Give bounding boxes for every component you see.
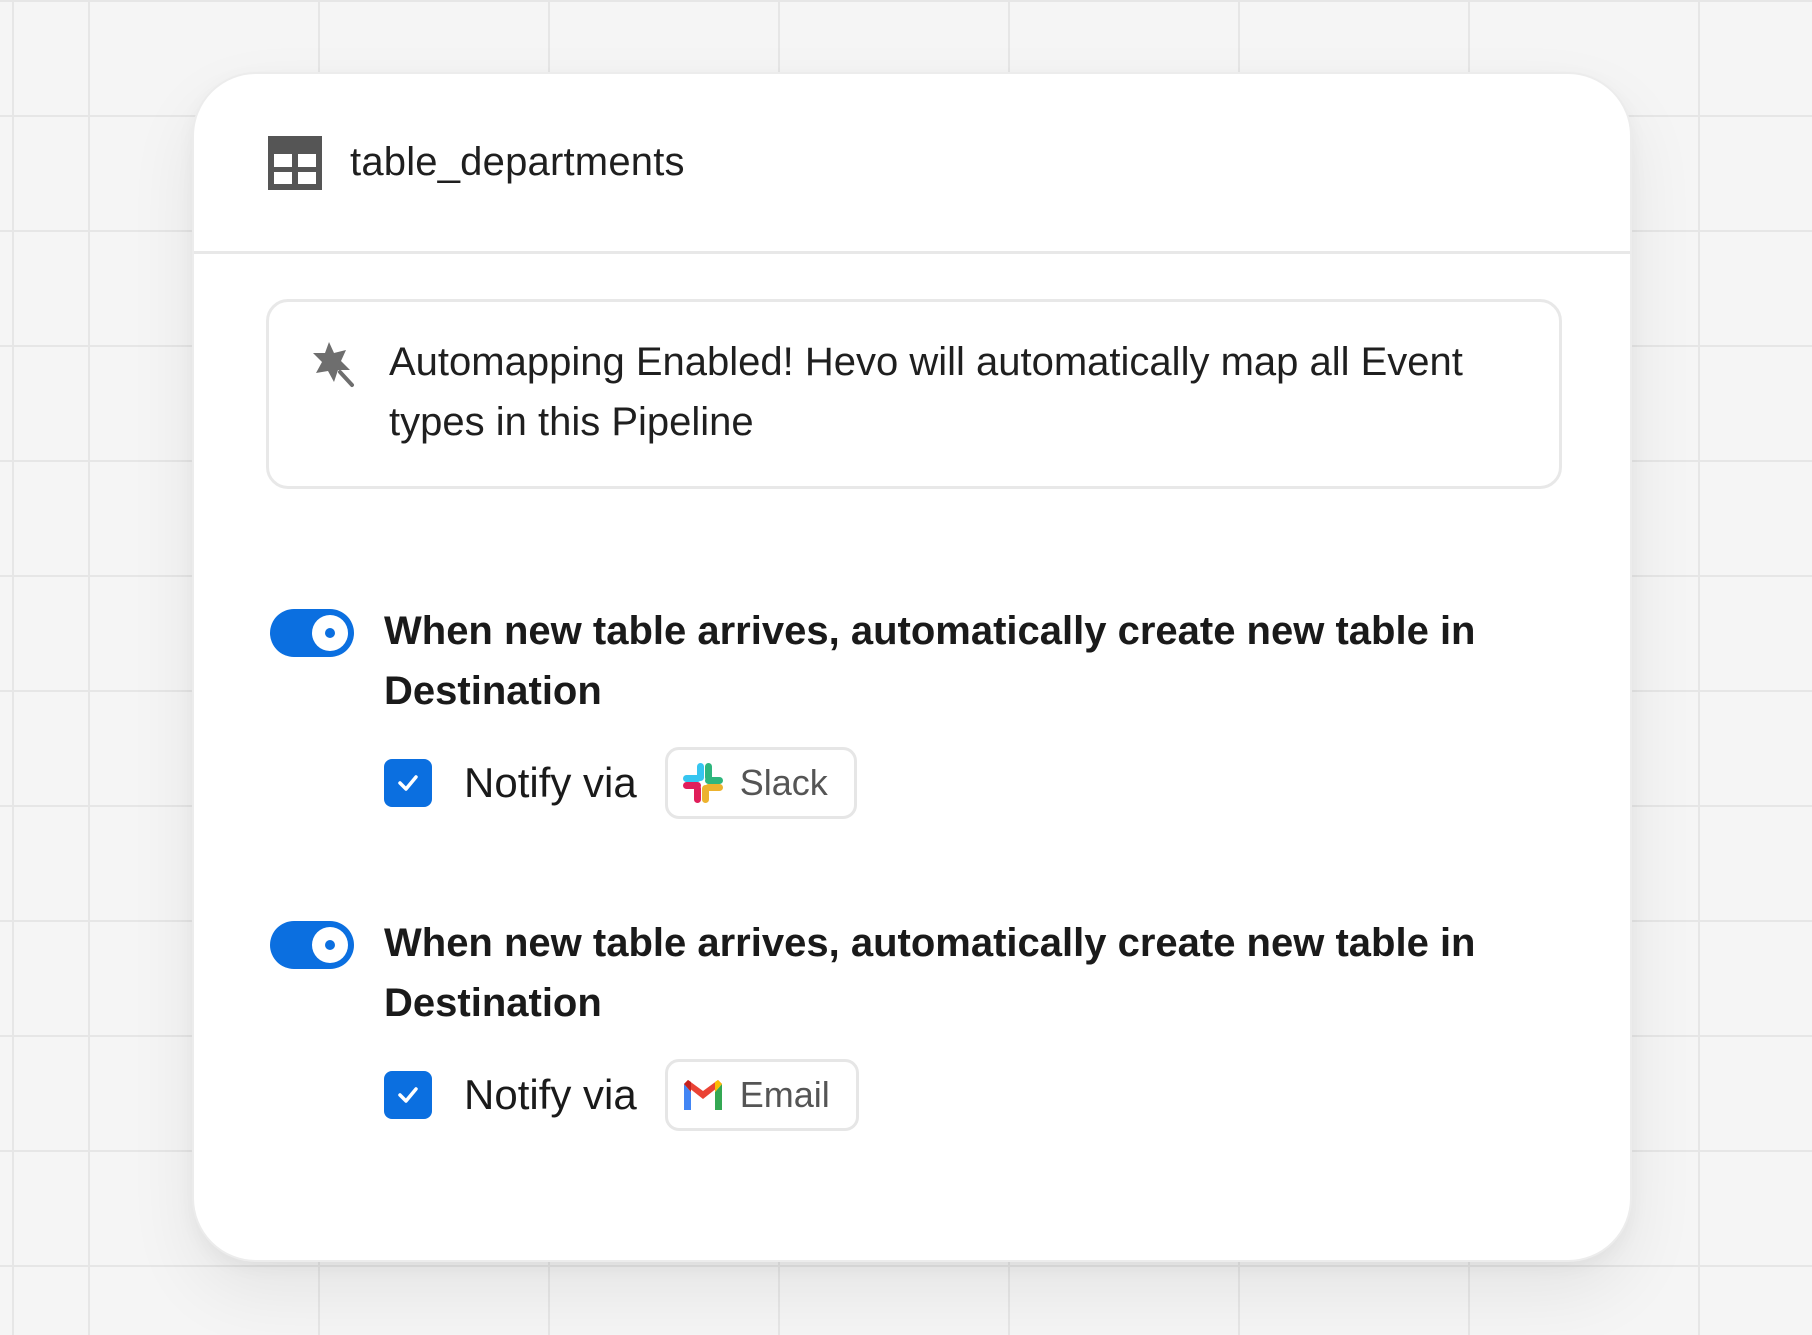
notify-checkbox[interactable] (384, 1071, 432, 1119)
checkmark-icon (398, 1087, 418, 1103)
toggle-knob (312, 615, 348, 651)
canvas-border-left (12, 0, 14, 1335)
table-grid-icon (268, 135, 322, 190)
notify-channel-slack[interactable]: Slack (664, 747, 857, 819)
card-header: table_departments (194, 74, 1630, 254)
rule-description: When new table arrives, automatically cr… (384, 609, 1476, 713)
notify-row: Notify via Email (384, 1059, 859, 1131)
automapping-message: Automapping Enabled! Hevo will automatic… (389, 340, 1463, 444)
rule-description: When new table arrives, automatically cr… (384, 921, 1476, 1025)
card-title: table_departments (350, 140, 685, 184)
automapping-banner: Automapping Enabled! Hevo will automatic… (266, 299, 1562, 489)
auto-create-table-toggle[interactable] (270, 921, 354, 969)
notify-label: Notify via (464, 759, 637, 806)
toggle-knob (312, 927, 348, 963)
slack-logo-icon (682, 763, 723, 803)
channel-label: Email (739, 1074, 830, 1115)
checkmark-icon (398, 775, 418, 791)
gmail-logo-icon (683, 1080, 722, 1110)
magic-wand-icon (313, 342, 354, 387)
schema-mapper-card: table_departments Automapping Enabled! H… (192, 72, 1632, 1262)
channel-label: Slack (739, 762, 828, 803)
notify-checkbox[interactable] (384, 759, 432, 807)
auto-create-table-toggle[interactable] (270, 609, 354, 657)
notify-label: Notify via (464, 1071, 637, 1118)
canvas-border-top (0, 0, 1812, 2)
notify-row: Notify via Slack (384, 747, 857, 819)
notify-channel-email[interactable]: Email (664, 1059, 859, 1131)
